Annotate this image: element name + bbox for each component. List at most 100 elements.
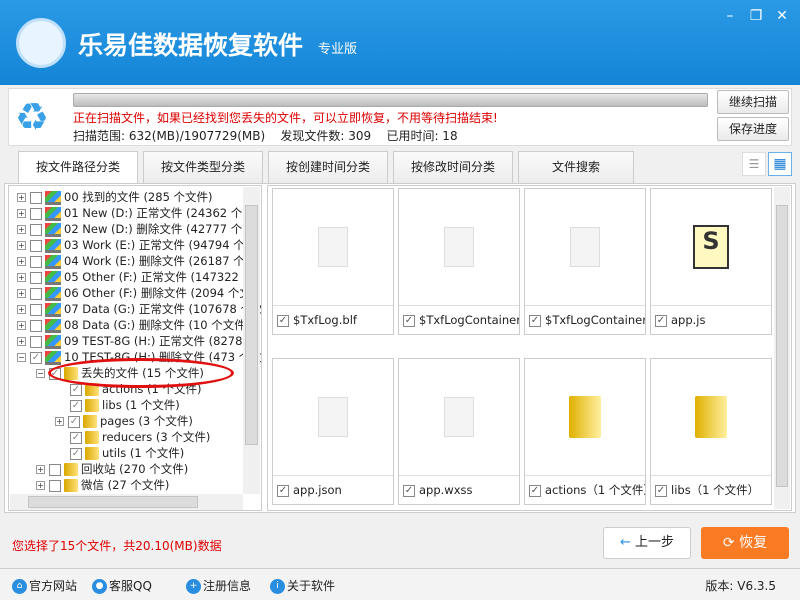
expand-icon[interactable]: + — [17, 321, 26, 330]
home-icon: ⌂ — [12, 579, 27, 594]
checkbox[interactable] — [30, 239, 42, 252]
tree-node[interactable]: +04 Work (E:) 删除文件 (26187 个文 — [17, 253, 256, 269]
checkbox[interactable]: ✓ — [70, 431, 82, 444]
tree-node[interactable]: +05 Other (F:) 正常文件 (147322 个 — [17, 269, 254, 285]
link-label: 官方网站 — [29, 579, 78, 593]
save-progress-button[interactable]: 保存进度 — [717, 117, 789, 141]
tree-node[interactable]: +01 New (D:) 正常文件 (24362 个文 — [17, 205, 254, 221]
tree-node[interactable]: + 回收站 (270 个文件) — [36, 461, 188, 477]
checkbox[interactable]: ✓ — [403, 314, 415, 327]
close-icon[interactable]: ✕ — [772, 8, 792, 24]
tab-by-modified[interactable]: 按修改时间分类 — [393, 151, 513, 184]
scan-range: 扫描范围: 632(MB)/1907729(MB) — [73, 129, 266, 143]
tree-node[interactable]: + 微信 (27 个文件) — [36, 477, 169, 493]
about-link[interactable]: i 关于软件 — [270, 577, 335, 594]
checkbox[interactable]: ✓ — [68, 415, 80, 428]
list-view-icon[interactable]: ☰ — [742, 152, 766, 176]
expand-icon[interactable]: + — [17, 193, 26, 202]
support-qq-link[interactable]: ● 客服QQ — [92, 577, 152, 594]
expand-icon[interactable]: + — [17, 225, 26, 234]
collapse-icon[interactable]: − — [36, 369, 45, 378]
checkbox[interactable] — [30, 335, 42, 348]
checkbox[interactable] — [30, 223, 42, 236]
checkbox[interactable]: ✓ — [529, 484, 541, 497]
checkbox[interactable]: ✓ — [30, 351, 42, 364]
file-card[interactable]: ✓ app.wxss — [398, 358, 520, 505]
checkbox[interactable]: ✓ — [70, 399, 82, 412]
prev-label: 上一步 — [635, 535, 675, 550]
tree-node[interactable]: +07 Data (G:) 正常文件 (107678 个文 — [17, 301, 261, 317]
collapse-icon[interactable]: − — [17, 353, 26, 362]
checkbox[interactable] — [49, 479, 61, 492]
checkbox[interactable]: ✓ — [70, 383, 82, 396]
highlight-annotation — [48, 358, 234, 388]
tree-node[interactable]: ✓ utils (1 个文件) — [55, 445, 184, 461]
node-label: 09 TEST-8G (H:) 正常文件 (8278 个 — [64, 334, 258, 348]
tree-node[interactable]: +09 TEST-8G (H:) 正常文件 (8278 个 — [17, 333, 258, 349]
tree-node[interactable]: ✓ libs (1 个文件) — [55, 397, 180, 413]
grid-view-icon[interactable]: ▦ — [768, 152, 792, 176]
previous-step-button[interactable]: ← 上一步 — [603, 527, 691, 559]
drive-icon — [45, 286, 61, 301]
tree-horizontal-scrollbar[interactable] — [10, 494, 243, 510]
expand-icon[interactable]: + — [17, 209, 26, 218]
expand-icon[interactable]: + — [17, 337, 26, 346]
checkbox[interactable] — [30, 207, 42, 220]
grid-vertical-scrollbar[interactable] — [774, 187, 790, 509]
register-info-link[interactable]: + 注册信息 — [186, 577, 251, 594]
tree-node[interactable]: + ✓ pages (3 个文件) — [55, 413, 193, 429]
checkbox[interactable]: ✓ — [403, 484, 415, 497]
tree-node[interactable]: +02 New (D:) 删除文件 (42777 个文 — [17, 221, 254, 237]
checkbox[interactable]: ✓ — [529, 314, 541, 327]
node-label: 03 Work (E:) 正常文件 (94794 个文 — [64, 238, 257, 252]
expand-icon[interactable]: + — [17, 289, 26, 298]
tree-node[interactable]: +08 Data (G:) 删除文件 (10 个文件) — [17, 317, 250, 333]
node-label: 00 找到的文件 (285 个文件) — [64, 190, 213, 204]
tab-file-search[interactable]: 文件搜索 — [518, 151, 634, 184]
tree-node[interactable]: +03 Work (E:) 正常文件 (94794 个文 — [17, 237, 256, 253]
expand-icon[interactable]: + — [36, 481, 45, 490]
file-card[interactable]: ✓ app.json — [272, 358, 394, 505]
tree-vertical-scrollbar[interactable] — [243, 187, 260, 494]
expand-icon[interactable]: + — [17, 241, 26, 250]
checkbox[interactable] — [30, 191, 42, 204]
checkbox[interactable]: ✓ — [277, 484, 289, 497]
file-card[interactable]: ✓ $TxfLogContainer... — [398, 188, 520, 335]
tab-by-type[interactable]: 按文件类型分类 — [143, 151, 263, 184]
tab-by-created[interactable]: 按创建时间分类 — [268, 151, 388, 184]
drive-icon — [45, 334, 61, 349]
expand-icon[interactable]: + — [17, 305, 26, 314]
file-card[interactable]: S ✓ app.js — [650, 188, 772, 335]
tree-node[interactable]: ✓ reducers (3 个文件) — [55, 429, 210, 445]
checkbox[interactable]: ✓ — [655, 314, 667, 327]
arrow-left-icon: ← — [619, 535, 631, 550]
expand-icon[interactable]: + — [17, 273, 26, 282]
file-card[interactable]: ✓ $TxfLogContainer... — [524, 188, 646, 335]
folder-icon — [64, 463, 78, 476]
minimize-icon[interactable]: – — [720, 8, 740, 24]
continue-scan-button[interactable]: 继续扫描 — [717, 90, 789, 114]
found-count: 发现文件数: 309 — [280, 129, 372, 143]
expand-icon[interactable]: + — [17, 257, 26, 266]
checkbox[interactable]: ✓ — [655, 484, 667, 497]
maximize-icon[interactable]: ❐ — [746, 8, 766, 24]
file-card[interactable]: ✓ $TxfLog.blf — [272, 188, 394, 335]
file-card[interactable]: ✓ actions（1 个文件） — [524, 358, 646, 505]
checkbox[interactable]: ✓ — [70, 447, 82, 460]
expand-icon[interactable]: + — [36, 465, 45, 474]
official-site-link[interactable]: ⌂ 官方网站 — [12, 577, 77, 594]
checkbox[interactable] — [30, 287, 42, 300]
tree-node[interactable]: +00 找到的文件 (285 个文件) — [17, 189, 213, 205]
expand-icon[interactable]: + — [55, 417, 64, 426]
checkbox[interactable] — [30, 319, 42, 332]
checkbox[interactable] — [30, 255, 42, 268]
tree-node[interactable]: +06 Other (F:) 删除文件 (2094 个文 — [17, 285, 251, 301]
node-label: 01 New (D:) 正常文件 (24362 个文 — [64, 206, 254, 220]
recover-button[interactable]: ⟳ 恢复 — [701, 527, 789, 559]
checkbox[interactable] — [30, 271, 42, 284]
checkbox[interactable] — [49, 463, 61, 476]
checkbox[interactable]: ✓ — [277, 314, 289, 327]
tab-by-path[interactable]: 按文件路径分类 — [18, 151, 138, 185]
file-card[interactable]: ✓ libs（1 个文件） — [650, 358, 772, 505]
checkbox[interactable] — [30, 303, 42, 316]
